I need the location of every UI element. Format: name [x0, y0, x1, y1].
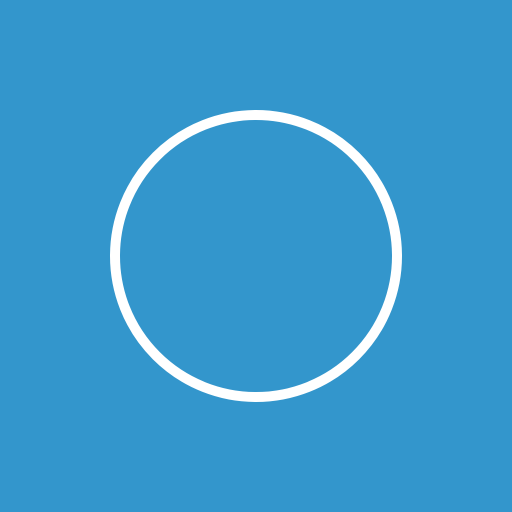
- circle-outline-icon: [110, 110, 402, 402]
- icon-canvas: [0, 0, 512, 512]
- circle-outline-ring: [110, 110, 402, 402]
